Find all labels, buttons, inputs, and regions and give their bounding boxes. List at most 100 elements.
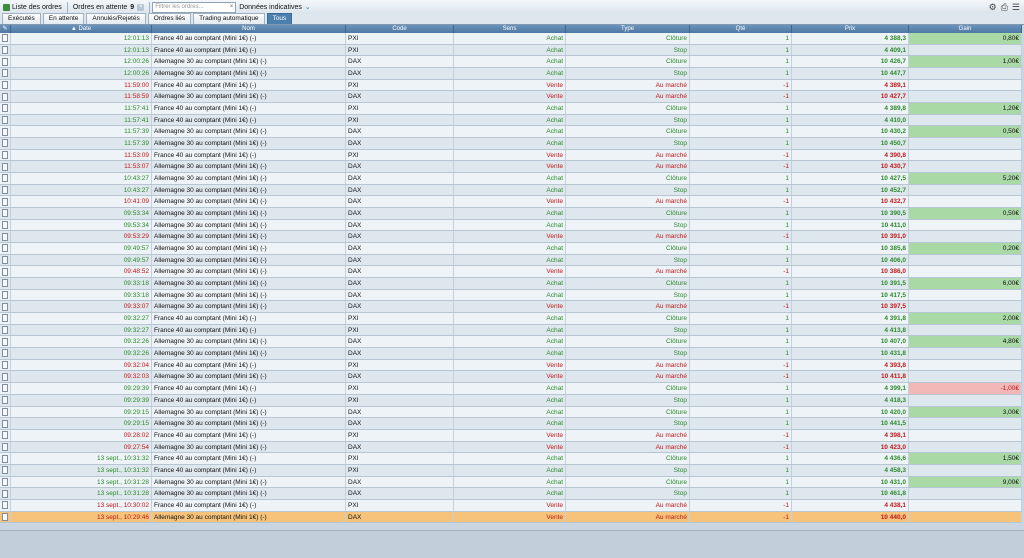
row-menu-icon[interactable]: [0, 359, 11, 371]
table-row[interactable]: 13 sept., 10:31:32 France 40 au comptant …: [0, 464, 1022, 477]
row-icon[interactable]: [2, 442, 8, 451]
table-row[interactable]: 10:43:27 Allemagne 30 au comptant (Mini 1…: [0, 173, 1022, 185]
table-row[interactable]: 12:00:26 Allemagne 30 au comptant (Mini 1…: [0, 56, 1022, 69]
row-menu-icon[interactable]: [0, 114, 11, 126]
table-row[interactable]: 10:41:09 Allemagne 30 au comptant (Mini 1…: [0, 196, 1022, 209]
row-icon[interactable]: [2, 431, 8, 440]
table-row[interactable]: 13 sept., 10:31:32 France 40 au comptant …: [0, 453, 1022, 465]
data-indicative-label[interactable]: Données indicatives ⌄: [236, 1, 314, 13]
table-row[interactable]: 11:53:07 Allemagne 30 au comptant (Mini 1…: [0, 161, 1022, 174]
row-icon[interactable]: [2, 291, 8, 300]
row-menu-icon[interactable]: [0, 33, 11, 44]
tab-trading-automatique[interactable]: Trading automatique: [193, 13, 265, 24]
row-icon[interactable]: [2, 407, 8, 416]
row-menu-icon[interactable]: [0, 499, 11, 511]
row-icon[interactable]: [2, 314, 8, 323]
table-row[interactable]: 09:33:18 Allemagne 30 au comptant (Mini 1…: [0, 289, 1022, 302]
row-icon[interactable]: [2, 267, 8, 276]
tab-ordres-lies[interactable]: Ordres liés: [147, 13, 192, 24]
row-menu-icon[interactable]: [0, 511, 11, 523]
close-icon[interactable]: ×: [137, 3, 145, 11]
table-row[interactable]: 09:33:18 Allemagne 30 au comptant (Mini 1…: [0, 278, 1022, 290]
row-icon[interactable]: [2, 127, 8, 136]
table-row[interactable]: 09:53:34 Allemagne 30 au comptant (Mini 1…: [0, 208, 1022, 220]
row-icon[interactable]: [2, 151, 8, 160]
table-row[interactable]: 11:57:41 France 40 au comptant (Mini 1€) …: [0, 103, 1022, 115]
settings-icon[interactable]: ⚙: [989, 2, 997, 13]
search-input[interactable]: Filtrer les ordres... ×: [152, 1, 237, 13]
column-header-gain[interactable]: Gain: [909, 25, 1022, 33]
table-row[interactable]: 09:29:15 Allemagne 30 au comptant (Mini 1…: [0, 418, 1022, 430]
row-icon[interactable]: [2, 162, 8, 171]
row-icon[interactable]: [2, 69, 8, 78]
table-row[interactable]: 09:32:27 France 40 au comptant (Mini 1€) …: [0, 313, 1022, 325]
table-row[interactable]: 09:27:54 Allemagne 30 au comptant (Mini 1…: [0, 441, 1022, 454]
row-menu-icon[interactable]: [0, 79, 11, 91]
row-icon[interactable]: [2, 174, 8, 183]
row-menu-icon[interactable]: [0, 91, 11, 103]
row-menu-icon[interactable]: [0, 476, 11, 488]
row-menu-icon[interactable]: [0, 138, 11, 149]
table-row[interactable]: 09:32:27 France 40 au comptant (Mini 1€) …: [0, 324, 1022, 337]
row-menu-icon[interactable]: [0, 441, 11, 453]
row-menu-icon[interactable]: [0, 219, 11, 231]
row-icon[interactable]: [2, 326, 8, 335]
table-row[interactable]: 09:29:15 Allemagne 30 au comptant (Mini 1…: [0, 406, 1022, 419]
table-row[interactable]: 11:53:09 France 40 au comptant (Mini 1€) …: [0, 149, 1022, 162]
table-row[interactable]: 09:49:57 Allemagne 30 au comptant (Mini 1…: [0, 243, 1022, 255]
row-menu-icon[interactable]: [0, 173, 11, 184]
table-row[interactable]: 11:57:41 France 40 au comptant (Mini 1€) …: [0, 114, 1022, 127]
tab-tous[interactable]: Tous: [266, 13, 293, 24]
column-header-sens[interactable]: Sens: [454, 25, 566, 33]
row-icon[interactable]: [2, 454, 8, 463]
table-row[interactable]: 09:53:29 Allemagne 30 au comptant (Mini 1…: [0, 231, 1022, 244]
row-menu-icon[interactable]: [0, 464, 11, 476]
row-menu-icon[interactable]: [0, 383, 11, 394]
row-menu-icon[interactable]: [0, 254, 11, 266]
table-row[interactable]: 09:32:26 Allemagne 30 au comptant (Mini 1…: [0, 336, 1022, 349]
order-list-tab[interactable]: Liste des ordres: [0, 1, 65, 13]
row-icon[interactable]: [2, 372, 8, 381]
row-icon[interactable]: [2, 279, 8, 288]
row-menu-icon[interactable]: [0, 196, 11, 208]
table-row[interactable]: 11:57:39 Allemagne 30 au comptant (Mini 1…: [0, 126, 1022, 139]
table-row[interactable]: 09:32:03 Allemagne 30 au comptant (Mini 1…: [0, 371, 1022, 384]
row-menu-icon[interactable]: [0, 266, 11, 278]
row-icon[interactable]: [2, 419, 8, 428]
row-menu-icon[interactable]: [0, 126, 11, 138]
row-menu-icon[interactable]: [0, 149, 11, 161]
row-icon[interactable]: [2, 139, 8, 148]
row-icon[interactable]: [2, 349, 8, 358]
table-row[interactable]: 11:58:59 Allemagne 30 au comptant (Mini 1…: [0, 91, 1022, 104]
row-menu-icon[interactable]: [0, 278, 11, 289]
column-header-nom[interactable]: Nom: [152, 25, 346, 33]
table-row[interactable]: 09:53:34 Allemagne 30 au comptant (Mini 1…: [0, 219, 1022, 232]
pending-orders-tab[interactable]: Ordres en attente 9 ×: [70, 1, 147, 13]
row-icon[interactable]: [2, 466, 8, 475]
row-menu-icon[interactable]: [0, 301, 11, 313]
row-icon[interactable]: [2, 57, 8, 66]
row-icon[interactable]: [2, 337, 8, 346]
row-menu-icon[interactable]: [0, 371, 11, 383]
row-menu-icon[interactable]: [0, 161, 11, 173]
table-row[interactable]: 12:01:13 France 40 au comptant (Mini 1€) …: [0, 44, 1022, 57]
row-menu-icon[interactable]: [0, 103, 11, 114]
row-icon[interactable]: [2, 209, 8, 218]
row-icon[interactable]: [2, 81, 8, 90]
row-menu-icon[interactable]: [0, 44, 11, 56]
table-row[interactable]: 12:01:13 France 40 au comptant (Mini 1€) …: [0, 33, 1022, 45]
row-menu-icon[interactable]: [0, 231, 11, 243]
row-icon[interactable]: [2, 244, 8, 253]
row-menu-icon[interactable]: [0, 453, 11, 464]
row-icon[interactable]: [2, 512, 8, 521]
row-icon[interactable]: [2, 396, 8, 405]
row-menu-icon[interactable]: [0, 394, 11, 406]
table-row[interactable]: 09:29:39 France 40 au comptant (Mini 1€) …: [0, 383, 1022, 395]
row-menu-icon[interactable]: [0, 289, 11, 301]
column-header-qte[interactable]: Qté: [690, 25, 792, 33]
row-icon[interactable]: [2, 104, 8, 113]
table-row[interactable]: 13 sept., 10:31:28 Allemagne 30 au compta…: [0, 488, 1022, 500]
row-icon[interactable]: [2, 186, 8, 195]
table-row[interactable]: 11:59:00 France 40 au comptant (Mini 1€) …: [0, 79, 1022, 92]
row-menu-icon[interactable]: [0, 208, 11, 219]
